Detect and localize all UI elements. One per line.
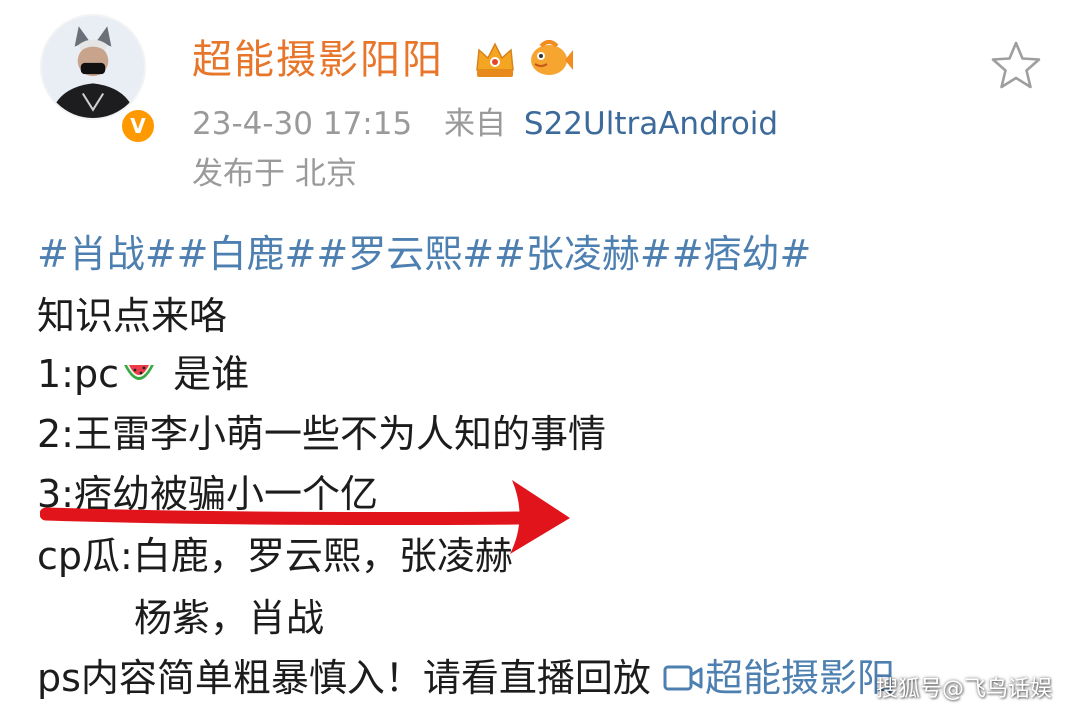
watermelon-emoji-icon	[124, 365, 154, 380]
crown-icon	[476, 42, 514, 77]
fish-icon	[531, 40, 573, 75]
content-line-2: 1:pc 是谁	[37, 348, 249, 400]
source-link[interactable]: S22UltraAndroid	[524, 106, 778, 142]
watermark: 搜狐号@飞鸟话娱	[875, 677, 1052, 702]
post-location: 发布于 北京	[192, 156, 357, 192]
source-prefix: 来自	[444, 106, 507, 142]
content-line-2-prefix: 1:pc	[37, 352, 119, 396]
content-line-7-text: ps内容简单粗暴慎入！请看直播回放	[37, 656, 663, 700]
avatar-image	[42, 16, 144, 118]
star-outline-icon[interactable]	[990, 40, 1042, 90]
live-replay-link[interactable]: 超能摄影阳	[663, 656, 895, 700]
post-meta: 23-4-30 17:15 来自 S22UltraAndroid	[192, 102, 778, 146]
content-line-4: 3:痞幼被骗小一个亿	[37, 472, 378, 516]
content-line-1: 知识点来咯	[37, 294, 228, 338]
author-avatar[interactable]	[40, 14, 146, 120]
content-line-5: cp瓜:白鹿，罗云熙，张凌赫	[37, 534, 513, 578]
content-line-2-suffix: 是谁	[161, 352, 250, 396]
live-replay-link-text: 超能摄影阳	[705, 656, 896, 700]
post-timestamp: 23-4-30 17:15	[192, 106, 413, 142]
author-name[interactable]: 超能摄影阳阳	[192, 34, 444, 86]
video-replay-icon	[663, 665, 703, 691]
content-line-3: 2:王雷李小萌一些不为人知的事情	[37, 412, 606, 456]
verified-badge: V	[118, 106, 158, 146]
content-line-7: ps内容简单粗暴慎入！请看直播回放 超能摄影阳	[37, 652, 895, 704]
hashtag-links[interactable]: #肖战##白鹿##罗云熙##张凌赫##痞幼#	[37, 228, 811, 280]
content-line-6: 杨紫，肖战	[134, 596, 325, 640]
